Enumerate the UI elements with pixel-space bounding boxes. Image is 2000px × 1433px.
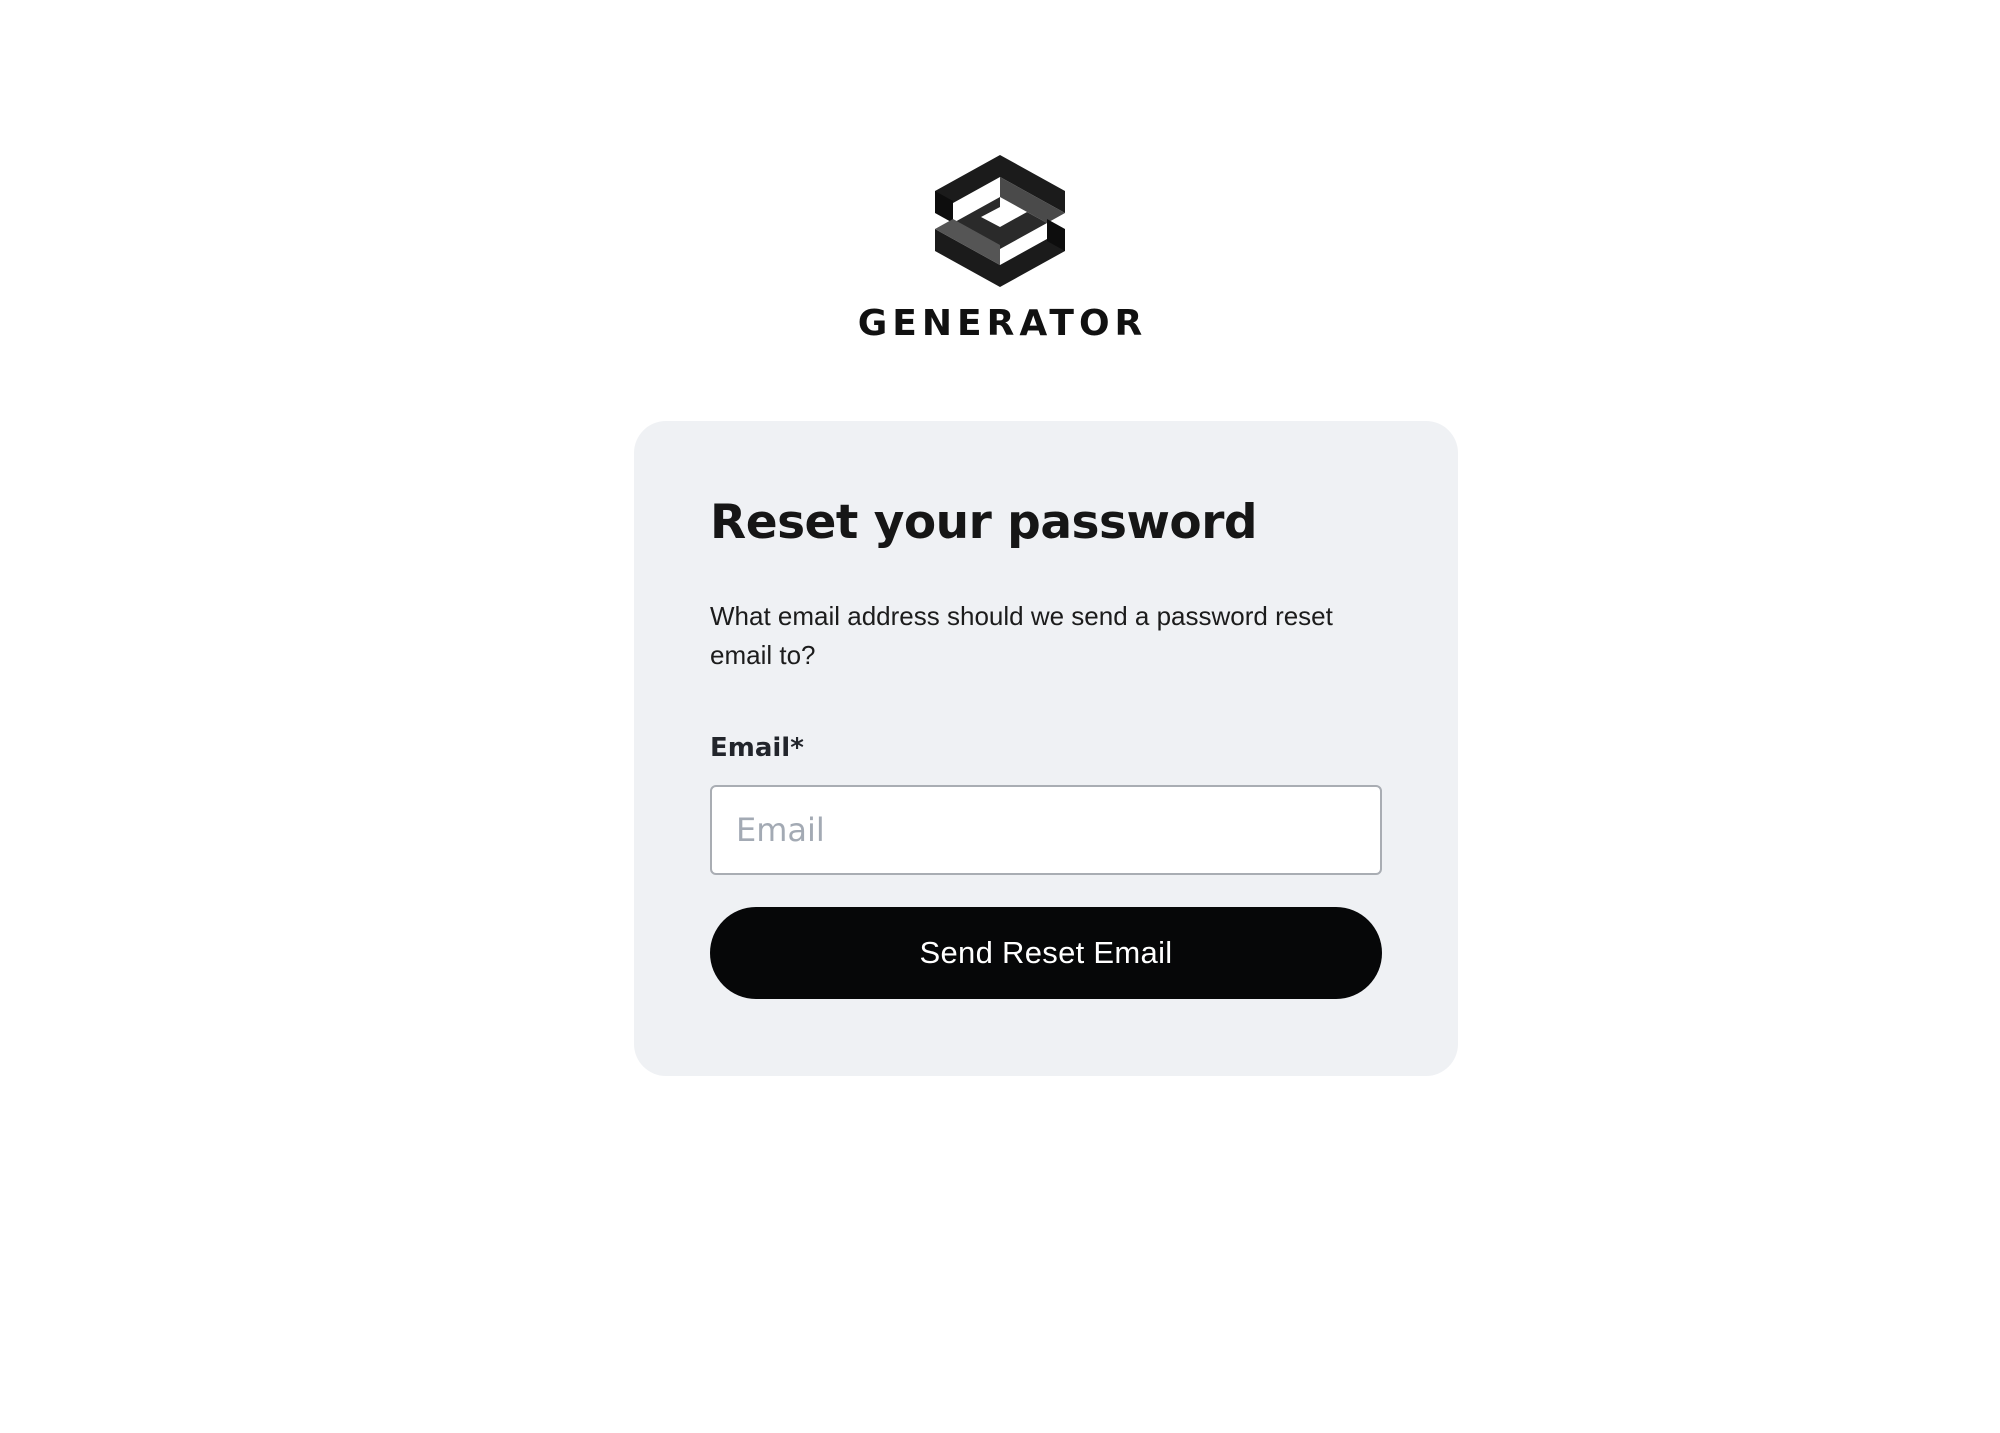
brand-name: GENERATOR bbox=[857, 303, 1148, 344]
brand-header: GENERATOR bbox=[0, 155, 2000, 344]
reset-password-page: GENERATOR Reset your password What email… bbox=[0, 0, 2000, 1433]
page-title: Reset your password bbox=[710, 495, 1258, 550]
reset-password-card: Reset your password What email address s… bbox=[634, 421, 1458, 1076]
email-label: Email* bbox=[710, 733, 804, 763]
email-input[interactable] bbox=[710, 785, 1382, 875]
generator-logo-icon bbox=[935, 155, 1065, 287]
send-reset-email-button[interactable]: Send Reset Email bbox=[710, 907, 1382, 999]
form-description: What email address should we send a pass… bbox=[710, 601, 1333, 670]
